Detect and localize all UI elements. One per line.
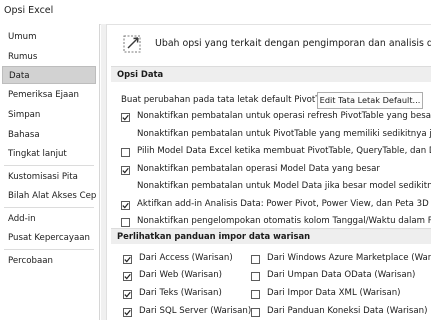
sidebar-separator	[4, 249, 94, 250]
data-option-label: Pilih Model Data Excel ketika membuat Pi…	[137, 146, 431, 156]
legacy-import-label: Dari Access (Warisan)	[139, 253, 233, 263]
data-option-label: Nonaktifkan pembatalan operasi Model Dat…	[137, 164, 380, 174]
data-options-icon	[123, 35, 141, 53]
data-option-checkbox[interactable]	[121, 218, 130, 227]
section-opsi-data: Opsi Data	[111, 66, 431, 82]
checkmark-icon	[122, 114, 129, 121]
data-option-checkbox[interactable]	[121, 166, 130, 175]
sidebar-item-bilah-alat-akses-cepat[interactable]: Bilah Alat Akses Cepat	[2, 187, 96, 205]
edit-default-layout-button[interactable]: Edit Tata Letak Default...	[317, 92, 423, 109]
sidebar-separator	[4, 165, 94, 166]
sidebar-item-bahasa[interactable]: Bahasa	[2, 126, 96, 144]
page-description: Ubah opsi yang terkait dengan pengimpora…	[155, 38, 431, 49]
section-title: Opsi Data	[117, 69, 164, 79]
data-option-checkbox[interactable]	[121, 113, 130, 122]
legacy-import-checkbox[interactable]	[123, 255, 132, 264]
legacy-import-label: Dari SQL Server (Warisan)	[139, 306, 252, 316]
sidebar-item-percobaan[interactable]: Percobaan	[2, 252, 96, 270]
sidebar-item-data[interactable]: Data	[2, 66, 96, 84]
legacy-import-label: Dari Teks (Warisan)	[139, 288, 222, 298]
pivot-layout-label: Buat perubahan pada tata letak default P…	[121, 95, 341, 105]
data-option-label: Nonaktifkan pembatalan untuk operasi ref…	[137, 111, 431, 121]
sidebar-item-kustomisasi-pita[interactable]: Kustomisasi Pita	[2, 168, 96, 186]
legacy-import-checkbox[interactable]	[123, 308, 132, 317]
sidebar-separator	[4, 207, 94, 208]
sidebar-item-pusat-kepercayaan[interactable]: Pusat Kepercayaan	[2, 229, 96, 247]
legacy-import-label: Dari Web (Warisan)	[139, 270, 223, 280]
window-title: Opsi Excel	[4, 5, 54, 16]
legacy-import-label: Dari Umpan Data OData (Warisan)	[267, 270, 416, 280]
checkmark-icon	[124, 256, 131, 263]
legacy-import-label: Dari Panduan Koneksi Data (Warisan)	[267, 306, 428, 316]
data-option-label: Nonaktifkan pembatalan untuk Model Data …	[137, 181, 431, 191]
section-title: Perlihatkan panduan impor data warisan	[117, 231, 311, 241]
section-legacy-import: Perlihatkan panduan impor data warisan	[111, 228, 431, 244]
checkmark-icon	[124, 309, 131, 316]
legacy-import-label: Dari Impor Data XML (Warisan)	[267, 288, 401, 298]
legacy-import-checkbox[interactable]	[251, 308, 260, 317]
legacy-import-checkbox[interactable]	[123, 272, 132, 281]
legacy-import-label: Dari Windows Azure Marketplace (Warisan)	[267, 253, 431, 263]
legacy-import-checkbox[interactable]	[123, 290, 132, 299]
checkmark-icon	[124, 273, 131, 280]
sidebar-item-rumus[interactable]: Rumus	[2, 48, 96, 66]
legacy-import-checkbox[interactable]	[251, 255, 260, 264]
data-option-label: Aktifkan add-in Analisis Data: Power Piv…	[137, 199, 429, 209]
sidebar-item-umum[interactable]: Umum	[2, 28, 96, 46]
title-bar: Opsi Excel	[0, 0, 431, 25]
legacy-import-checkbox[interactable]	[251, 290, 260, 299]
sidebar-item-add-in[interactable]: Add-in	[2, 210, 96, 228]
sidebar-item-tingkat-lanjut[interactable]: Tingkat lanjut	[2, 145, 96, 163]
options-content: Ubah opsi yang terkait dengan pengimpora…	[107, 24, 431, 320]
legacy-import-checkbox[interactable]	[251, 272, 260, 281]
sidebar: Umum Rumus Data Pemeriksa Ejaan Simpan B…	[0, 24, 100, 320]
data-option-label: Nonaktifkan pembatalan untuk PivotTable …	[137, 129, 431, 139]
checkmark-icon	[122, 202, 129, 209]
sidebar-item-pemeriksa-ejaan[interactable]: Pemeriksa Ejaan	[2, 86, 96, 104]
checkmark-icon	[122, 167, 129, 174]
data-option-label: Nonaktifkan pengelompokan otomatis kolom…	[137, 216, 431, 226]
data-option-checkbox[interactable]	[121, 148, 130, 157]
data-option-checkbox[interactable]	[121, 201, 130, 210]
checkmark-icon	[124, 291, 131, 298]
sidebar-item-simpan[interactable]: Simpan	[2, 106, 96, 124]
